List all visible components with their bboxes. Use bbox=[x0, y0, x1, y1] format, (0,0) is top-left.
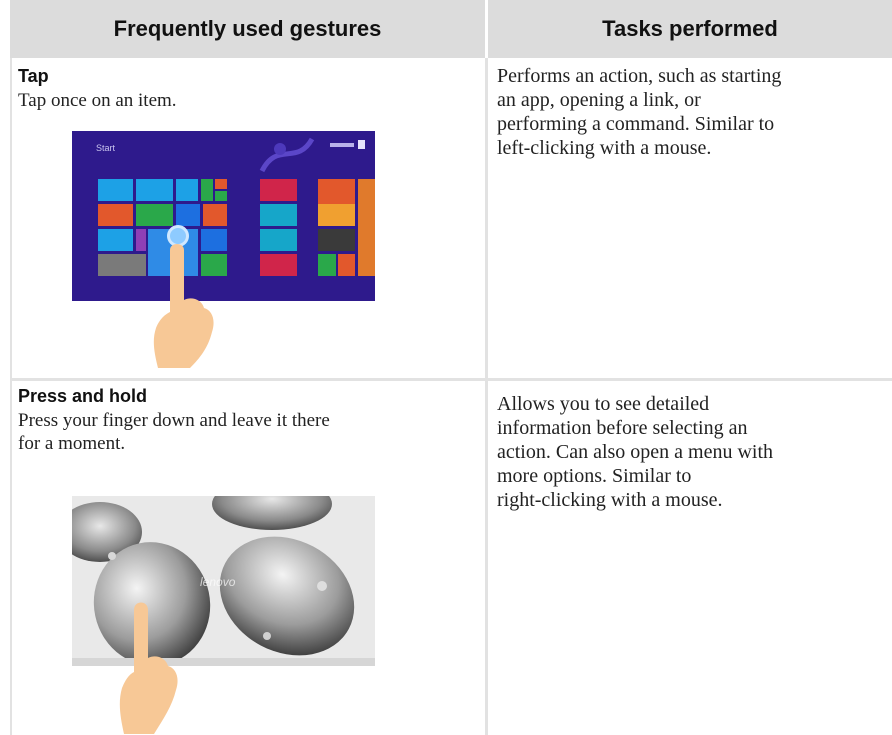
header-gestures: Frequently used gestures bbox=[10, 0, 485, 58]
gesture-desc-tap: Tap once on an item. bbox=[18, 90, 177, 111]
header-tasks: Tasks performed bbox=[488, 0, 892, 58]
gesture-title-tap: Tap bbox=[18, 66, 49, 86]
task-line: left-clicking with a mouse. bbox=[497, 137, 712, 159]
tile bbox=[136, 229, 146, 251]
desc-line: for a moment. bbox=[18, 433, 126, 454]
task-text-press-hold: Allows you to see detailed information b… bbox=[497, 392, 887, 512]
tile bbox=[201, 179, 213, 201]
tile bbox=[98, 254, 146, 276]
tile bbox=[176, 179, 198, 201]
task-line: information before selecting an bbox=[497, 417, 748, 439]
tile bbox=[215, 191, 227, 201]
finger-press-icon bbox=[119, 602, 178, 734]
task-line: more options. Similar to bbox=[497, 465, 692, 487]
finger-tap-icon bbox=[153, 244, 214, 368]
task-line: an app, opening a link, or bbox=[497, 89, 701, 111]
user-name-bar bbox=[330, 143, 354, 147]
left-border bbox=[10, 58, 12, 735]
tile bbox=[338, 254, 355, 276]
tile bbox=[318, 229, 355, 251]
tile bbox=[318, 204, 355, 226]
tile bbox=[136, 204, 173, 226]
task-text-tap: Performs an action, such as starting an … bbox=[497, 64, 887, 160]
tile bbox=[98, 179, 133, 201]
tile bbox=[260, 229, 297, 251]
tile bbox=[203, 204, 227, 226]
tile bbox=[318, 254, 336, 276]
tile bbox=[260, 254, 297, 276]
row-divider bbox=[10, 378, 892, 381]
gesture-desc-press-hold: Press your finger down and leave it ther… bbox=[18, 409, 478, 455]
task-line: performing a command. Similar to bbox=[497, 113, 775, 135]
brand-watermark: lenovo bbox=[200, 575, 236, 589]
gesture-table: Frequently used gestures Tasks performed… bbox=[0, 0, 892, 735]
start-screen-label: Start bbox=[96, 143, 116, 153]
wallpaper-swirl bbox=[259, 137, 315, 173]
start-screen-illustration: Start bbox=[72, 131, 375, 301]
column-divider bbox=[485, 58, 488, 735]
tile bbox=[176, 204, 200, 226]
user-avatar bbox=[358, 140, 365, 149]
desc-line: Press your finger down and leave it ther… bbox=[18, 410, 330, 431]
tile bbox=[215, 179, 227, 189]
tile bbox=[136, 179, 173, 201]
tile bbox=[98, 229, 133, 251]
tile bbox=[260, 204, 297, 226]
tile bbox=[260, 179, 297, 201]
task-line: Allows you to see detailed bbox=[497, 393, 710, 415]
task-line: Performs an action, such as starting bbox=[497, 65, 782, 87]
task-line: action. Can also open a menu with bbox=[497, 441, 774, 463]
gesture-title-press-hold: Press and hold bbox=[18, 386, 148, 406]
tile bbox=[98, 204, 133, 226]
tile bbox=[358, 179, 375, 276]
task-line: right-clicking with a mouse. bbox=[497, 489, 723, 511]
